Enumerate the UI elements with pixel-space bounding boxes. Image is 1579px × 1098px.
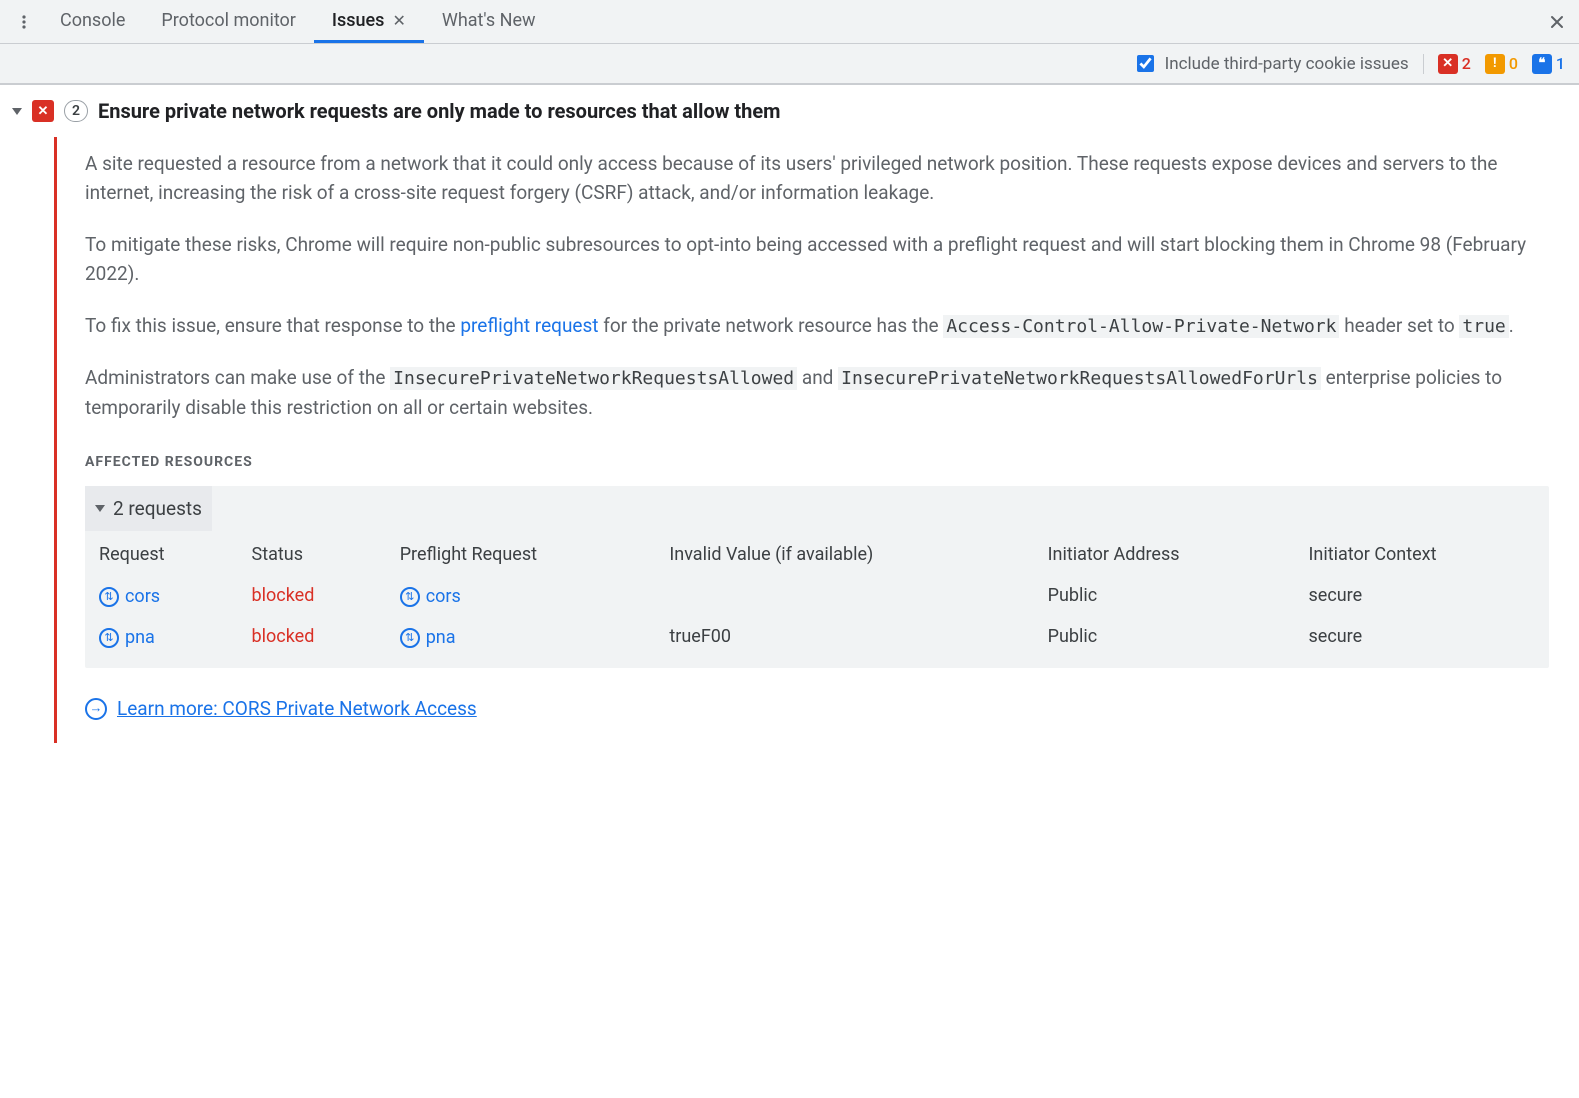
status-blocked: blocked (252, 626, 315, 647)
close-tab-icon[interactable]: ✕ (392, 11, 405, 30)
affected-requests-toggle[interactable]: 2 requests (85, 486, 212, 531)
issues-list[interactable]: ✕ 2 Ensure private network requests are … (0, 84, 1579, 1098)
third-party-cookie-toggle[interactable]: Include third-party cookie issues (1133, 52, 1409, 75)
tab-console[interactable]: Console (42, 0, 143, 43)
code-policy: InsecurePrivateNetworkRequestsAllowedFor… (838, 367, 1321, 390)
col-preflight: Preflight Request (386, 531, 656, 575)
col-invalid-value: Invalid Value (if available) (655, 531, 1033, 575)
table-row: ⇅cors blocked ⇅cors Public secure (85, 575, 1549, 616)
severity-error-icon: ✕ (32, 100, 54, 122)
arrow-right-circle-icon: → (85, 698, 107, 720)
affected-requests-block: 2 requests Request Status Preflight Requ… (85, 486, 1549, 668)
error-count: 2 (1462, 54, 1471, 73)
col-initiator-addr: Initiator Address (1034, 531, 1295, 575)
devtools-drawer-tabbar: Console Protocol monitor Issues ✕ What's… (0, 0, 1579, 44)
col-status: Status (238, 531, 386, 575)
code-header-value: true (1459, 315, 1508, 338)
invalid-value-cell (655, 575, 1033, 616)
tab-protocol-monitor[interactable]: Protocol monitor (143, 0, 314, 43)
toolbar-divider (1423, 54, 1424, 74)
tab-issues[interactable]: Issues ✕ (314, 0, 424, 43)
issue-paragraph: A site requested a resource from a netwo… (85, 149, 1549, 208)
learn-more-row: → Learn more: CORS Private Network Acces… (85, 694, 1549, 723)
initiator-context-cell: secure (1295, 616, 1550, 657)
third-party-cookie-label: Include third-party cookie issues (1165, 54, 1409, 74)
issue-paragraph: To mitigate these risks, Chrome will req… (85, 230, 1549, 289)
preflight-request-link[interactable]: preflight request (460, 314, 598, 337)
tab-label: Issues (332, 10, 385, 31)
affected-requests-summary: 2 requests (113, 494, 202, 523)
error-count-badge[interactable]: ✕ 2 (1438, 54, 1471, 74)
network-icon: ⇅ (99, 628, 119, 648)
table-header-row: Request Status Preflight Request Invalid… (85, 531, 1549, 575)
info-count-badge[interactable]: ❝ 1 (1532, 54, 1565, 74)
initiator-context-cell: secure (1295, 575, 1550, 616)
initiator-address-cell: Public (1034, 575, 1295, 616)
issue-body: A site requested a resource from a netwo… (54, 137, 1569, 743)
preflight-link[interactable]: ⇅cors (400, 583, 461, 611)
more-tabs-button[interactable] (6, 0, 42, 43)
learn-more-link[interactable]: Learn more: CORS Private Network Access (117, 694, 477, 723)
request-link[interactable]: ⇅cors (99, 583, 160, 611)
close-icon (1549, 14, 1565, 30)
issue-title: Ensure private network requests are only… (98, 99, 781, 123)
network-icon: ⇅ (400, 587, 420, 607)
issues-toolbar: Include third-party cookie issues ✕ 2 ! … (0, 44, 1579, 84)
network-icon: ⇅ (99, 587, 119, 607)
initiator-address-cell: Public (1034, 616, 1295, 657)
issue-header[interactable]: ✕ 2 Ensure private network requests are … (10, 99, 1569, 123)
more-vert-icon (16, 14, 32, 30)
third-party-cookie-checkbox[interactable] (1137, 55, 1154, 72)
issue-paragraph: To fix this issue, ensure that response … (85, 311, 1549, 341)
col-initiator-ctx: Initiator Context (1295, 531, 1550, 575)
col-request: Request (85, 531, 238, 575)
code-header-name: Access-Control-Allow-Private-Network (943, 315, 1339, 338)
code-policy: InsecurePrivateNetworkRequestsAllowed (390, 367, 797, 390)
info-icon: ❝ (1532, 54, 1552, 74)
affected-resources-heading: AFFECTED RESOURCES (85, 452, 1549, 474)
warning-count: 0 (1509, 54, 1518, 73)
tab-whats-new[interactable]: What's New (424, 0, 554, 43)
tab-label: What's New (442, 10, 536, 31)
warning-icon: ! (1485, 54, 1505, 74)
expand-toggle-icon[interactable] (12, 108, 22, 115)
issue-occurrence-count: 2 (64, 100, 88, 122)
error-icon: ✕ (1438, 54, 1458, 74)
invalid-value-cell: trueF00 (655, 616, 1033, 657)
request-link[interactable]: ⇅pna (99, 624, 155, 652)
warning-count-badge[interactable]: ! 0 (1485, 54, 1518, 74)
expand-toggle-icon (95, 505, 105, 512)
preflight-link[interactable]: ⇅pna (400, 624, 456, 652)
table-row: ⇅pna blocked ⇅pna trueF00 Public secure (85, 616, 1549, 657)
issue-paragraph: Administrators can make use of the Insec… (85, 363, 1549, 422)
network-icon: ⇅ (400, 628, 420, 648)
close-drawer-button[interactable] (1535, 0, 1579, 43)
affected-requests-table: Request Status Preflight Request Invalid… (85, 531, 1549, 658)
tab-label: Console (60, 10, 125, 31)
tab-label: Protocol monitor (161, 10, 296, 31)
info-count: 1 (1556, 54, 1565, 73)
status-blocked: blocked (252, 585, 315, 606)
